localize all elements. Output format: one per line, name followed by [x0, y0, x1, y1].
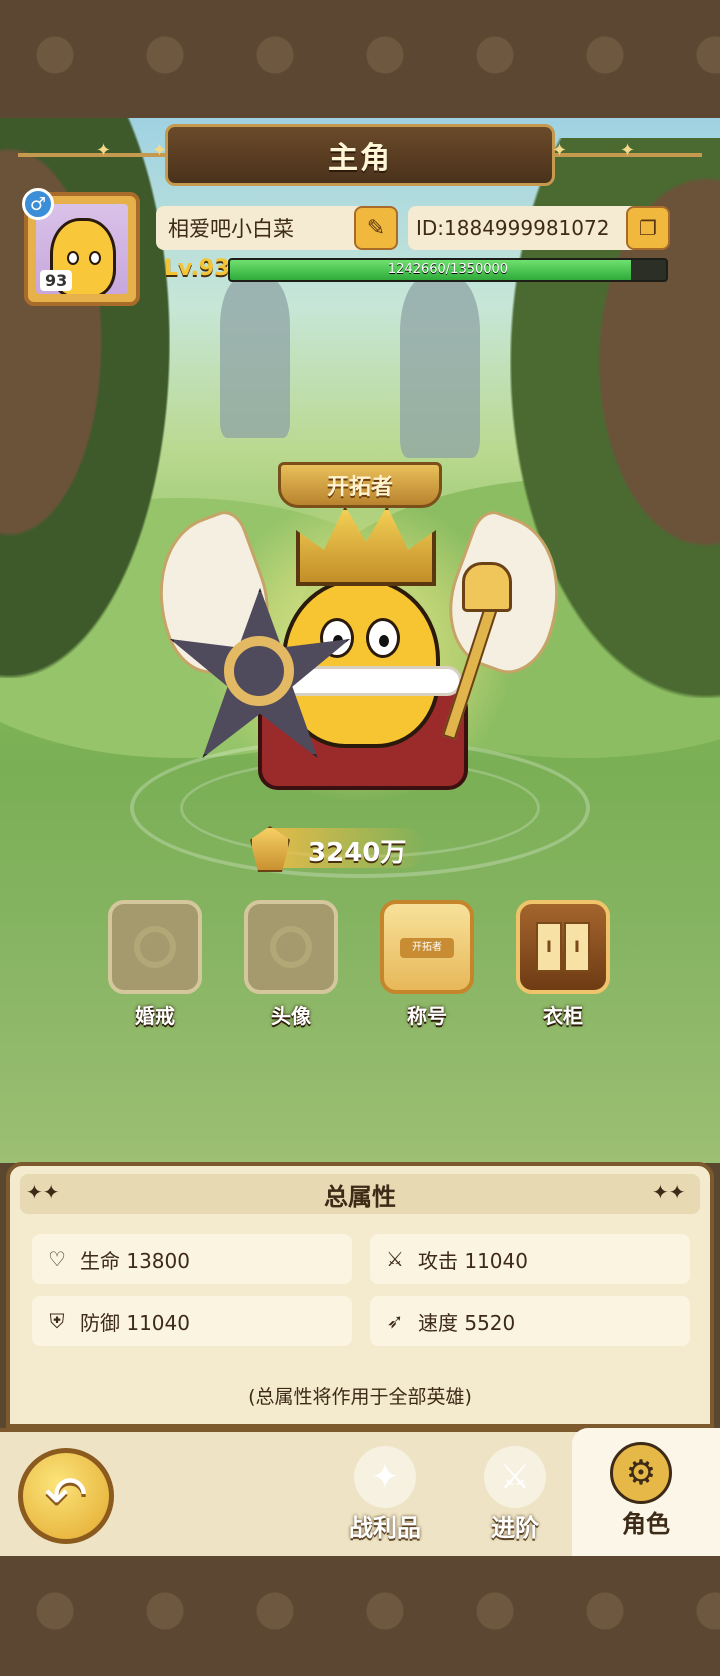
- heart-icon: ♡: [48, 1247, 66, 1271]
- total-attributes-panel: 总属性 ✦✦ ✦✦ ♡ 生命 13800 ⚔ 攻击 11040 ⛨ 防御 110…: [6, 1162, 714, 1428]
- sparkle-icon: ✦: [96, 140, 112, 161]
- sparkle-icon: ✦: [552, 140, 568, 161]
- bottom-pattern-bar: [0, 1556, 720, 1676]
- player-level: Lv.93: [164, 256, 230, 281]
- defense-attribute: ⛨ 防御 11040: [32, 1296, 352, 1346]
- character-gear-icon: ⚙: [610, 1442, 672, 1504]
- page-title: 主角: [328, 141, 392, 176]
- ring-icon: [134, 926, 176, 968]
- defense-value: 防御 11040: [80, 1310, 190, 1335]
- avatar-frame-button-label: 头像: [271, 1004, 311, 1028]
- avatar-frame-button[interactable]: [244, 900, 338, 994]
- sparkle-icon: ✦✦: [26, 1180, 60, 1204]
- hp-value: 生命 13800: [80, 1248, 190, 1273]
- speed-value: 速度 5520: [418, 1310, 516, 1335]
- avatar[interactable]: ♂ 93: [22, 188, 140, 306]
- top-pattern-bar: [0, 0, 720, 118]
- tab-character-label: 角色: [622, 1510, 670, 1538]
- title-plaque-icon: 开拓者: [400, 938, 454, 958]
- hp-attribute: ♡ 生命 13800: [32, 1234, 352, 1284]
- pupil: [379, 635, 389, 647]
- attributes-note: (总属性将作用于全部英雄): [248, 1386, 472, 1408]
- character-title-badge: 开拓者: [278, 462, 442, 508]
- player-id: ID:1884999981072: [416, 216, 610, 240]
- male-gender-icon: ♂: [22, 188, 54, 220]
- eye-icon: [67, 251, 79, 265]
- combat-power: 3240万: [308, 838, 407, 868]
- boot-icon: ➶: [386, 1309, 404, 1333]
- attributes-header: 总属性: [20, 1174, 700, 1214]
- copy-id-button[interactable]: ❐: [626, 206, 670, 250]
- attack-attribute: ⚔ 攻击 11040: [370, 1234, 690, 1284]
- sparkle-icon: ✦✦: [652, 1180, 686, 1204]
- back-arrow-icon: ↶: [44, 1466, 88, 1526]
- tab-character[interactable]: ⚙ 角色: [572, 1428, 720, 1560]
- golden-ring-icon: [224, 636, 294, 706]
- tab-loot[interactable]: ✦ 战利品: [320, 1432, 450, 1560]
- ring-button[interactable]: [108, 900, 202, 994]
- wardrobe-book-icon: I: [536, 922, 562, 972]
- wardrobe-book-icon: I: [564, 922, 590, 972]
- sparkle-icon: ✦: [620, 140, 636, 161]
- bottom-navigation: ↶ ✦ 战利品 ⚔ 进阶 ⚙ 角色: [0, 1428, 720, 1560]
- title-button[interactable]: 开拓者: [380, 900, 474, 994]
- attributes-title: 总属性: [324, 1182, 396, 1211]
- eye-icon: [89, 251, 101, 265]
- tab-advance[interactable]: ⚔ 进阶: [450, 1432, 580, 1560]
- shield-icon: ⛨: [49, 1309, 65, 1333]
- wardrobe-button[interactable]: I I: [516, 900, 610, 994]
- edit-name-button[interactable]: ✎: [354, 206, 398, 250]
- copy-icon: ❐: [639, 216, 657, 240]
- attack-icon: ⚔: [386, 1247, 404, 1271]
- exp-progress-label: 1242660/1350000: [387, 262, 509, 277]
- scepter-head-icon: [462, 562, 512, 612]
- sparkle-icon: ✦: [152, 140, 168, 161]
- ring-button-label: 婚戒: [135, 1004, 175, 1028]
- loot-icon: ✦: [354, 1446, 416, 1508]
- back-button[interactable]: ↶: [18, 1448, 114, 1544]
- rock: [400, 278, 480, 458]
- title-button-label: 称号: [407, 1004, 447, 1028]
- wardrobe-button-label: 衣柜: [543, 1004, 583, 1028]
- advance-sword-icon: ⚔: [484, 1446, 546, 1508]
- pencil-icon: ✎: [366, 215, 386, 241]
- ring-icon: [270, 926, 312, 968]
- player-name: 相爱吧小白菜: [168, 217, 294, 241]
- title-banner: 主角: [18, 124, 702, 186]
- eye-icon: [366, 618, 400, 658]
- character-title-text: 开拓者: [326, 475, 393, 500]
- speed-attribute: ➶ 速度 5520: [370, 1296, 690, 1346]
- tab-loot-label: 战利品: [349, 1514, 421, 1542]
- exp-progress-bar: 1242660/1350000: [228, 258, 668, 282]
- rock: [220, 278, 290, 438]
- avatar-level-badge: 93: [40, 270, 73, 291]
- tab-advance-label: 进阶: [491, 1514, 539, 1542]
- attack-value: 攻击 11040: [418, 1248, 528, 1273]
